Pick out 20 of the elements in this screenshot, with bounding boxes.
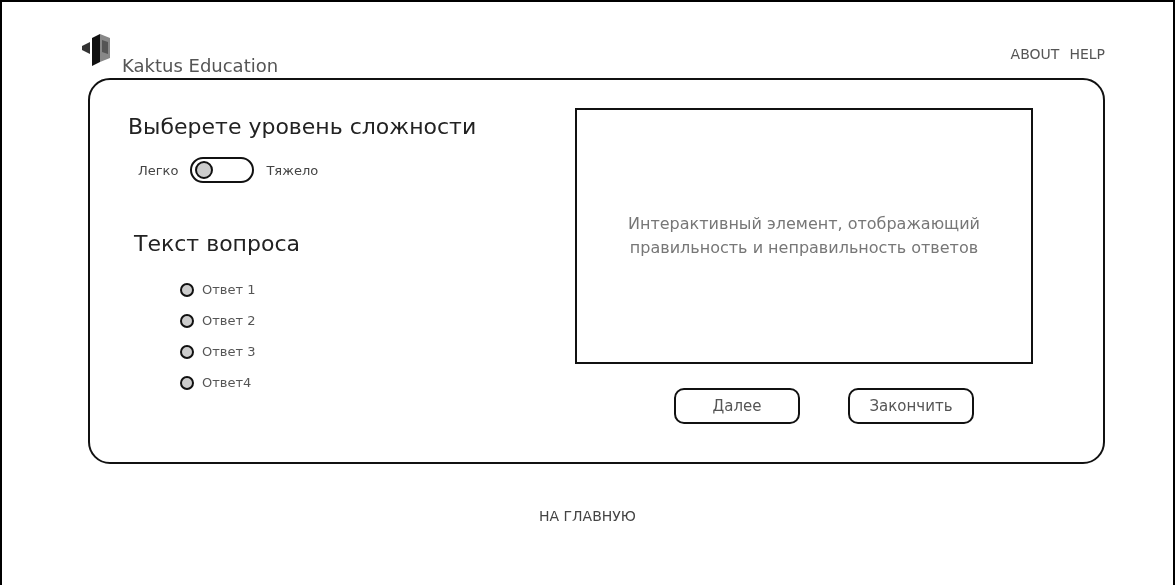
answer-label[interactable]: Ответ 2 xyxy=(202,313,256,328)
nav-link[interactable]: HELP xyxy=(1069,46,1105,62)
difficulty-toggle[interactable] xyxy=(190,157,255,183)
next-button[interactable]: Далее xyxy=(674,388,800,424)
radio-button[interactable] xyxy=(180,313,194,328)
brand-name: Kaktus Education xyxy=(122,55,279,76)
difficulty-title: Выберете уровень сложности xyxy=(128,114,478,139)
radio-button[interactable] xyxy=(180,375,194,390)
finish-button[interactable]: Закончить xyxy=(848,388,974,424)
feedback-text: Интерактивный элемент, отображающий правильность и неправильность ответов xyxy=(627,213,981,259)
answer-label[interactable]: Ответ 1 xyxy=(202,282,256,297)
nav-link[interactable]: ABOUT xyxy=(1010,46,1060,62)
radio-button[interactable] xyxy=(180,282,194,297)
radio-button[interactable] xyxy=(180,344,194,359)
easy-label: Легко xyxy=(138,162,179,178)
hard-label: Тяжело xyxy=(266,162,319,178)
question-text: Текст вопроса xyxy=(134,231,301,256)
answer-label[interactable]: Ответ 3 xyxy=(202,344,256,359)
answer-label[interactable]: Ответ4 xyxy=(202,375,252,390)
home-link[interactable]: НА ГЛАВНУЮ xyxy=(539,508,636,524)
